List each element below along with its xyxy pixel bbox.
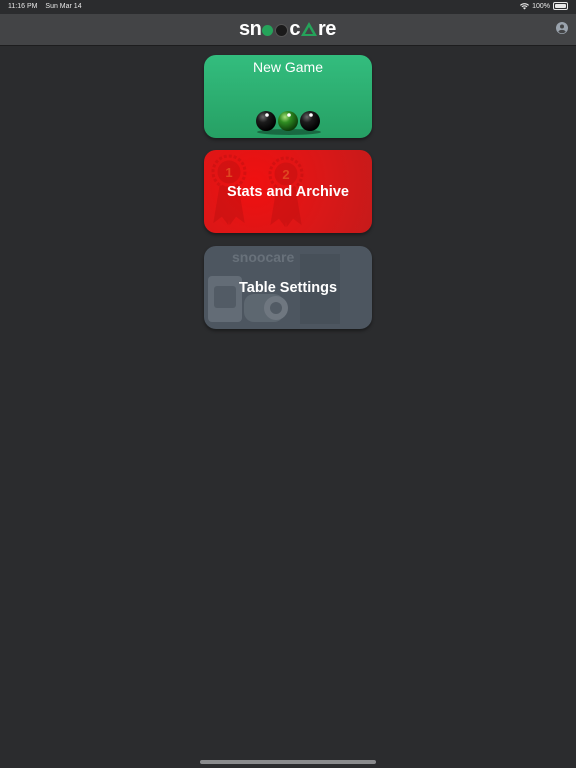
logo-text-end: re bbox=[317, 17, 336, 40]
stats-archive-button[interactable]: 1 2 Stats and Archive bbox=[204, 150, 372, 233]
profile-icon[interactable] bbox=[556, 22, 568, 34]
battery-icon bbox=[553, 2, 568, 10]
logo-text-start: sn bbox=[239, 17, 262, 40]
logo-ball-black-icon bbox=[275, 23, 289, 37]
table-settings-label: Table Settings bbox=[238, 280, 338, 296]
new-game-label: New Game bbox=[252, 59, 324, 75]
nav-bar: sn c re bbox=[0, 14, 576, 46]
table-settings-button[interactable]: snoocare Table Settings bbox=[204, 246, 372, 329]
watermark-logo: snoocare bbox=[232, 249, 294, 265]
logo-triangle-icon bbox=[300, 22, 317, 36]
logo-ball-green-icon bbox=[262, 24, 274, 36]
ribbon-number-2: 2 bbox=[282, 167, 289, 182]
app-logo: sn c re bbox=[239, 17, 336, 41]
snooker-balls-icon bbox=[256, 111, 321, 135]
stats-archive-label: Stats and Archive bbox=[227, 184, 349, 200]
battery-percent: 100% bbox=[532, 2, 550, 10]
home-indicator[interactable] bbox=[200, 760, 376, 764]
ribbon-number-1: 1 bbox=[225, 165, 232, 180]
status-bar: 11:16 PM Sun Mar 14 100% bbox=[0, 0, 576, 14]
status-time: 11:16 PM bbox=[8, 3, 38, 10]
status-date: Sun Mar 14 bbox=[45, 3, 82, 10]
status-right: 100% bbox=[520, 2, 568, 10]
wifi-icon bbox=[520, 2, 530, 9]
status-left: 11:16 PM Sun Mar 14 bbox=[8, 3, 88, 10]
logo-text-mid: c bbox=[289, 17, 300, 40]
new-game-button[interactable]: New Game bbox=[204, 55, 372, 138]
